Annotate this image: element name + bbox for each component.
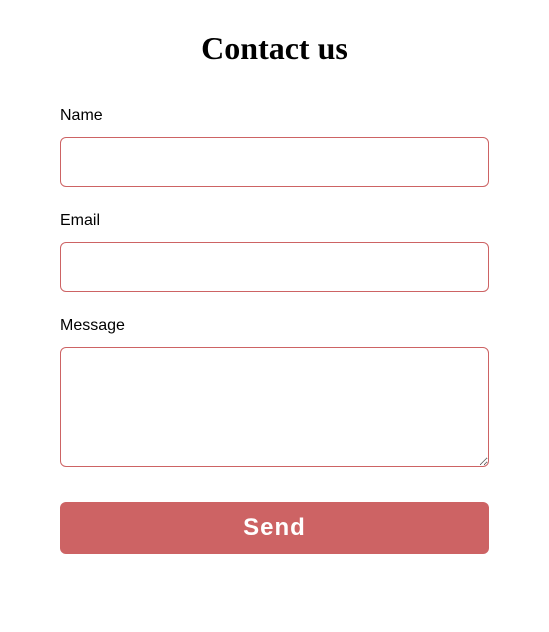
send-button[interactable]: Send: [60, 502, 489, 554]
message-label: Message: [60, 317, 489, 335]
name-field-group: Name: [60, 107, 489, 187]
email-label: Email: [60, 212, 489, 230]
email-field-group: Email: [60, 212, 489, 292]
message-field-group: Message: [60, 317, 489, 472]
message-textarea[interactable]: [60, 347, 489, 467]
contact-form: Name Email Message Send: [60, 107, 489, 554]
name-label: Name: [60, 107, 489, 125]
name-input[interactable]: [60, 137, 489, 187]
email-input[interactable]: [60, 242, 489, 292]
page-title: Contact us: [60, 30, 489, 67]
